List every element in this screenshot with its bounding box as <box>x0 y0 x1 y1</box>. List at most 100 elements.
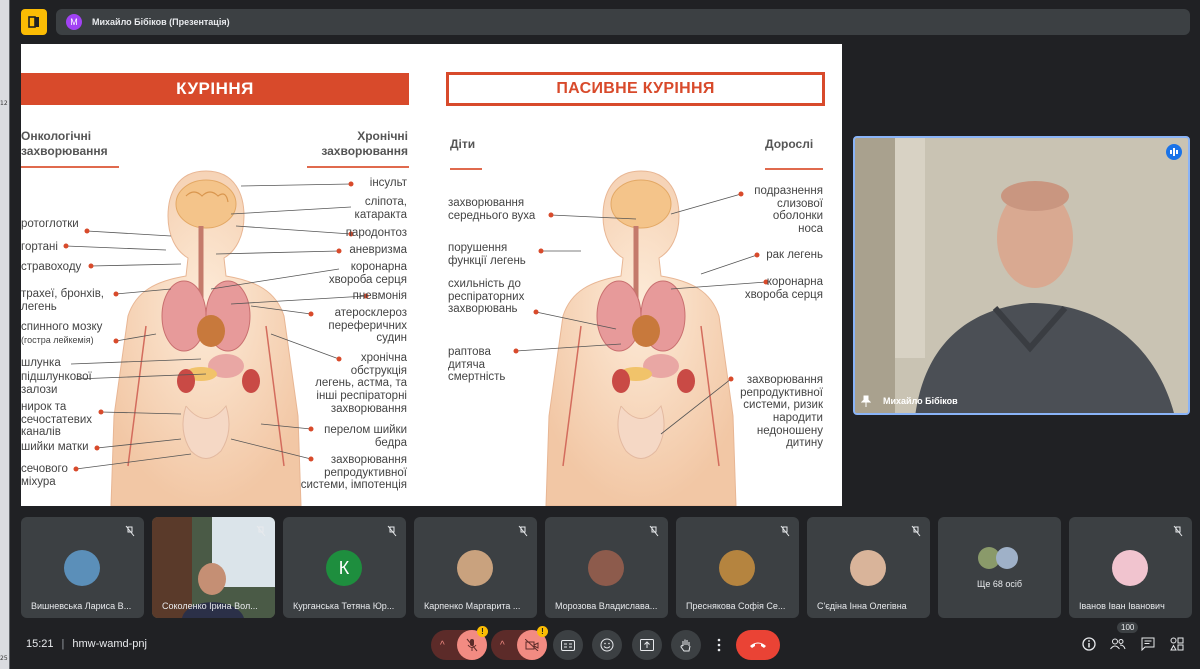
leader-lines <box>63 181 769 472</box>
label-lung-cancer: рак легень <box>766 249 823 261</box>
label-stomach: шлунка <box>21 357 61 369</box>
leave-call-button[interactable] <box>736 630 780 660</box>
hang-up-icon <box>750 642 766 648</box>
label-stroke: інсульт <box>369 177 407 189</box>
present-button[interactable] <box>632 630 662 660</box>
raise-hand-button[interactable] <box>671 630 701 660</box>
meeting-code[interactable]: hmw-wamd-pnj <box>72 638 147 650</box>
label-respiratory: схильність до респіраторних захворювань <box>448 278 525 316</box>
more-avatar <box>996 547 1018 569</box>
mic-off-icon <box>1173 525 1183 537</box>
app-logo-icon[interactable] <box>21 9 47 35</box>
participant-tile[interactable]: С'єдіна Інна Олегівна <box>807 517 930 618</box>
label-sids: раптова дитяча смертність <box>448 346 506 384</box>
more-vert-icon <box>717 638 721 652</box>
participant-tile[interactable]: Соколенко Ірина Вол... <box>152 517 275 618</box>
participant-count-badge: 100 <box>1117 622 1139 633</box>
participant-name: Вишневська Лариса В... <box>31 601 132 611</box>
label-pneumonia: пневмонія <box>352 290 407 302</box>
label-bladder: сечового міхура <box>21 463 68 488</box>
presenter-video <box>855 138 1188 413</box>
participant-avatar <box>588 550 624 586</box>
mic-warning-badge: ! <box>477 626 488 637</box>
label-adult-reproductive: захворювання репродуктивної системи, ризик… <box>740 374 823 450</box>
label-middle-ear: захворювання середнього вуха <box>448 197 536 222</box>
label-esophagus: стравоходу <box>21 261 82 273</box>
more-participants-label: Ще 68 осіб <box>976 579 1023 589</box>
participant-avatar <box>64 550 100 586</box>
info-icon <box>1082 637 1096 651</box>
captions-icon <box>561 639 575 651</box>
participant-name: Преснякова Софія Се... <box>686 601 786 611</box>
label-periodontitis: пародонтоз <box>345 227 407 239</box>
camera-options-chevron-icon[interactable]: ^ <box>500 640 505 651</box>
participant-tile[interactable]: К Курганська Тетяна Юр... <box>283 517 406 618</box>
mic-off-icon <box>125 525 135 537</box>
label-larynx: гортані <box>21 241 58 253</box>
pin-icon[interactable] <box>861 395 871 407</box>
presenter-title: Михайло Бібіков (Презентація) <box>92 17 230 27</box>
clock-time: 15:21 <box>26 638 54 650</box>
activities-button[interactable] <box>1167 634 1187 654</box>
label-coronary: коронарна хвороба серця <box>328 261 407 286</box>
camera-control[interactable]: ^ ! <box>491 626 548 660</box>
participant-avatar <box>1112 550 1148 586</box>
hand-icon <box>680 639 691 652</box>
participant-name: Іванов Іван Іванович <box>1079 601 1165 611</box>
chat-icon <box>1141 637 1155 651</box>
participant-strip: Вишневська Лариса В... Соколенко Ірина В… <box>21 517 1192 618</box>
participant-name: Курганська Тетяна Юр... <box>293 601 395 611</box>
participant-avatar: К <box>326 550 362 586</box>
presenter-video-name: Михайло Бібіков <box>883 396 958 406</box>
mic-off-icon <box>780 525 790 537</box>
participant-name: С'єдіна Інна Олегівна <box>817 601 907 611</box>
meeting-info-button[interactable] <box>1079 634 1099 654</box>
more-participants-tile[interactable]: Ще 68 осіб <box>938 517 1061 618</box>
participant-tile[interactable]: Морозова Владиславa... <box>545 517 668 618</box>
label-hip-fracture: перелом шийки бедра <box>324 424 407 449</box>
speaking-indicator-icon <box>1166 144 1182 160</box>
label-copd: хронічна обструкція легень, астма, та інші … <box>315 352 407 415</box>
participant-tile[interactable]: Карпенко Маргарита ... <box>414 517 537 618</box>
participant-avatar <box>719 550 755 586</box>
participant-avatar <box>457 550 493 586</box>
label-adult-coronary: коронарна хвороба серця <box>744 276 823 301</box>
mic-off-icon <box>466 638 478 652</box>
participant-name: Соколенко Ірина Вол... <box>162 601 258 611</box>
emoji-icon <box>600 638 614 652</box>
label-cervix: шийки матки <box>21 441 89 453</box>
participant-name: Морозова Владиславa... <box>555 601 658 611</box>
chat-button[interactable] <box>1138 634 1158 654</box>
label-oropharynx: ротоглотки <box>21 218 79 230</box>
mic-off-icon <box>387 525 397 537</box>
left-window-edge: 12 25 <box>0 0 10 669</box>
presenter-bar[interactable]: М Михайло Бібіков (Презентація) <box>56 9 1190 35</box>
presenter-avatar: М <box>66 14 82 30</box>
label-atherosclerosis: атеросклероз переферичних судин <box>328 307 407 345</box>
label-reproductive: захворювання репродуктивної системи, імпот… <box>300 454 407 492</box>
captions-button[interactable] <box>553 630 583 660</box>
label-bone-marrow: спинного мозку (гостра лейкемія) <box>21 321 103 345</box>
bottom-control-bar: 15:21 | hmw-wamd-pnj ^ ! ^ ! 100 <box>0 622 1200 669</box>
presenter-video-tile[interactable]: Михайло Бібіков <box>853 136 1190 415</box>
participant-name: Карпенко Маргарита ... <box>424 601 521 611</box>
participant-tile[interactable]: Іванов Іван Іванович <box>1069 517 1192 618</box>
participant-avatar <box>850 550 886 586</box>
label-kidneys: нирок та сечостатевих каналів <box>21 401 92 439</box>
mic-off-icon <box>911 525 921 537</box>
label-pancreas: підшлункової залози <box>21 371 92 396</box>
mic-off-icon <box>256 525 266 537</box>
participant-tile[interactable]: Вишневська Лариса В... <box>21 517 144 618</box>
present-screen-icon <box>640 639 654 651</box>
label-aneurysm: аневризма <box>349 244 407 256</box>
people-button[interactable] <box>1108 634 1128 654</box>
reactions-button[interactable] <box>592 630 622 660</box>
mic-options-chevron-icon[interactable]: ^ <box>440 640 445 651</box>
more-options-button[interactable] <box>710 630 728 660</box>
presentation-slide: КУРІННЯ ПАСИВНЕ КУРІННЯ Онкологічні захво… <box>21 44 842 506</box>
label-trachea: трахеї, бронхів, легень <box>21 288 104 313</box>
label-nasal-irritation: подразнення слизової оболонки носа <box>754 185 823 235</box>
mic-control[interactable]: ^ ! <box>431 626 488 660</box>
participant-tile[interactable]: Преснякова Софія Се... <box>676 517 799 618</box>
camera-warning-badge: ! <box>537 626 548 637</box>
